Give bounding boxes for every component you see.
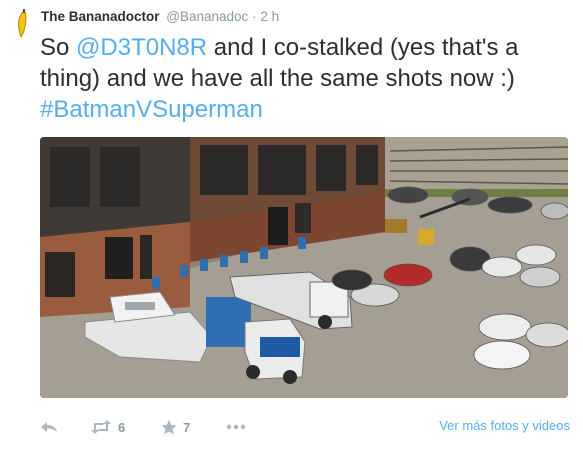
avatar[interactable]: [6, 8, 38, 40]
favorite-count: 7: [183, 419, 191, 435]
favorite-button[interactable]: 7: [161, 415, 190, 439]
banana-avatar-icon: [9, 8, 35, 40]
header-separator: ·: [252, 9, 257, 24]
mention-link[interactable]: @D3T0N8R: [76, 34, 207, 61]
tweet-photo[interactable]: [40, 137, 568, 398]
hashtag-link[interactable]: #BatmanVSuperman: [40, 96, 263, 123]
reply-button[interactable]: [40, 415, 58, 439]
more-dots-icon: [226, 424, 246, 430]
star-icon: [161, 419, 177, 434]
retweet-count: 6: [118, 419, 126, 435]
more-button[interactable]: [226, 415, 246, 439]
retweet-icon: [91, 420, 111, 434]
tweet-text: So @D3T0N8R and I co-stalked (yes that's…: [40, 32, 575, 125]
author-name[interactable]: The Bananadoctor: [41, 9, 160, 24]
retweet-button[interactable]: 6: [90, 415, 125, 439]
tweet-header: The Bananadoctor @Bananadoc · 2 h: [41, 9, 279, 24]
tweet-timestamp[interactable]: 2 h: [260, 9, 279, 24]
author-handle[interactable]: @Bananadoc: [166, 9, 248, 24]
reply-icon: [41, 422, 57, 432]
tweet-text-part: So: [40, 34, 77, 61]
more-photos-link[interactable]: Ver más fotos y videos: [439, 418, 570, 433]
